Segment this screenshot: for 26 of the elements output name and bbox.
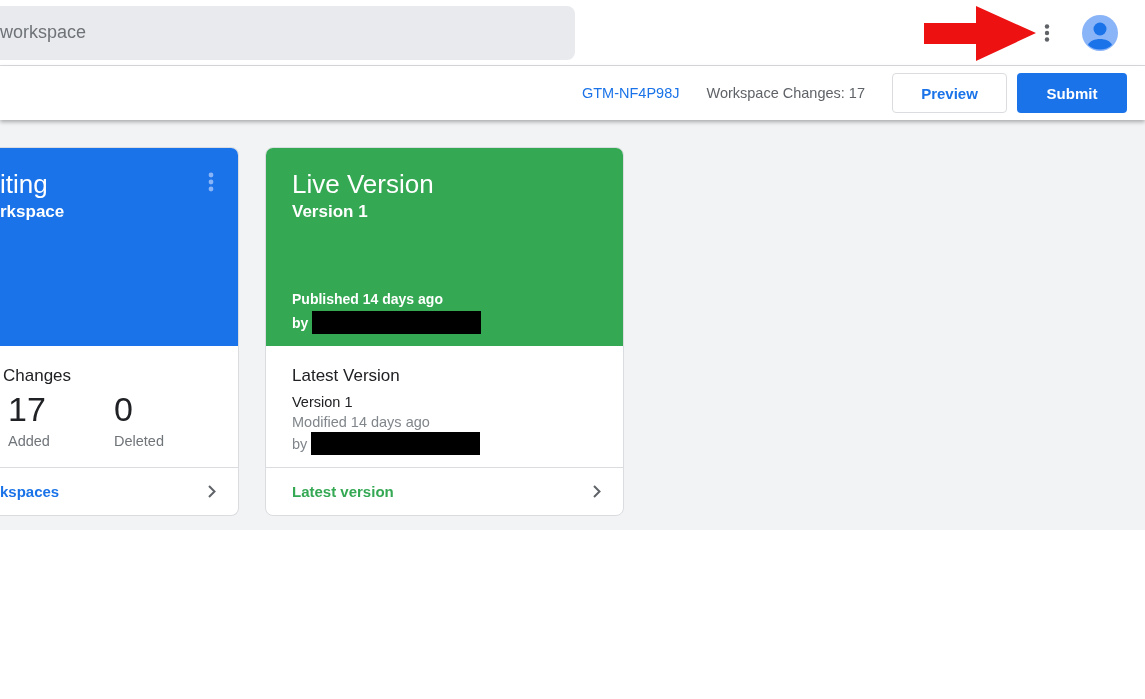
more-options-icon[interactable] [1044,23,1050,42]
card-link[interactable]: kspaces [0,483,60,500]
stat-value: 0 [114,390,134,429]
stat-value: 17 [8,390,47,429]
stat-label: Deleted [114,433,165,449]
section-title: Changes [3,366,73,386]
by-label: by [292,435,308,452]
by-label: by [292,314,309,331]
card-title: Live Version [292,168,434,200]
container-id[interactable]: GTM-NF4P98J [581,85,680,101]
avatar-icon[interactable] [1082,14,1118,51]
card-subtitle: rkspace [0,202,66,222]
version-name: Version 1 [292,394,354,410]
modified-text: Modified 14 days ago [292,414,431,430]
chevron-right-icon[interactable] [208,485,216,498]
preview-button[interactable]: Preview [892,73,1007,113]
workspace-changes-count: Workspace Changes: 17 [706,85,865,101]
card-title: iting [0,168,48,200]
section-title: Latest Version [292,366,401,386]
chevron-right-icon[interactable] [593,485,601,498]
published-text: Published 14 days ago [292,291,444,307]
card-subtitle: Version 1 [292,202,369,222]
search-field[interactable]: workspace [0,5,575,60]
stat-label: Added [8,433,51,449]
card-link[interactable]: Latest version [292,483,394,500]
submit-button[interactable]: Submit [1017,73,1127,113]
